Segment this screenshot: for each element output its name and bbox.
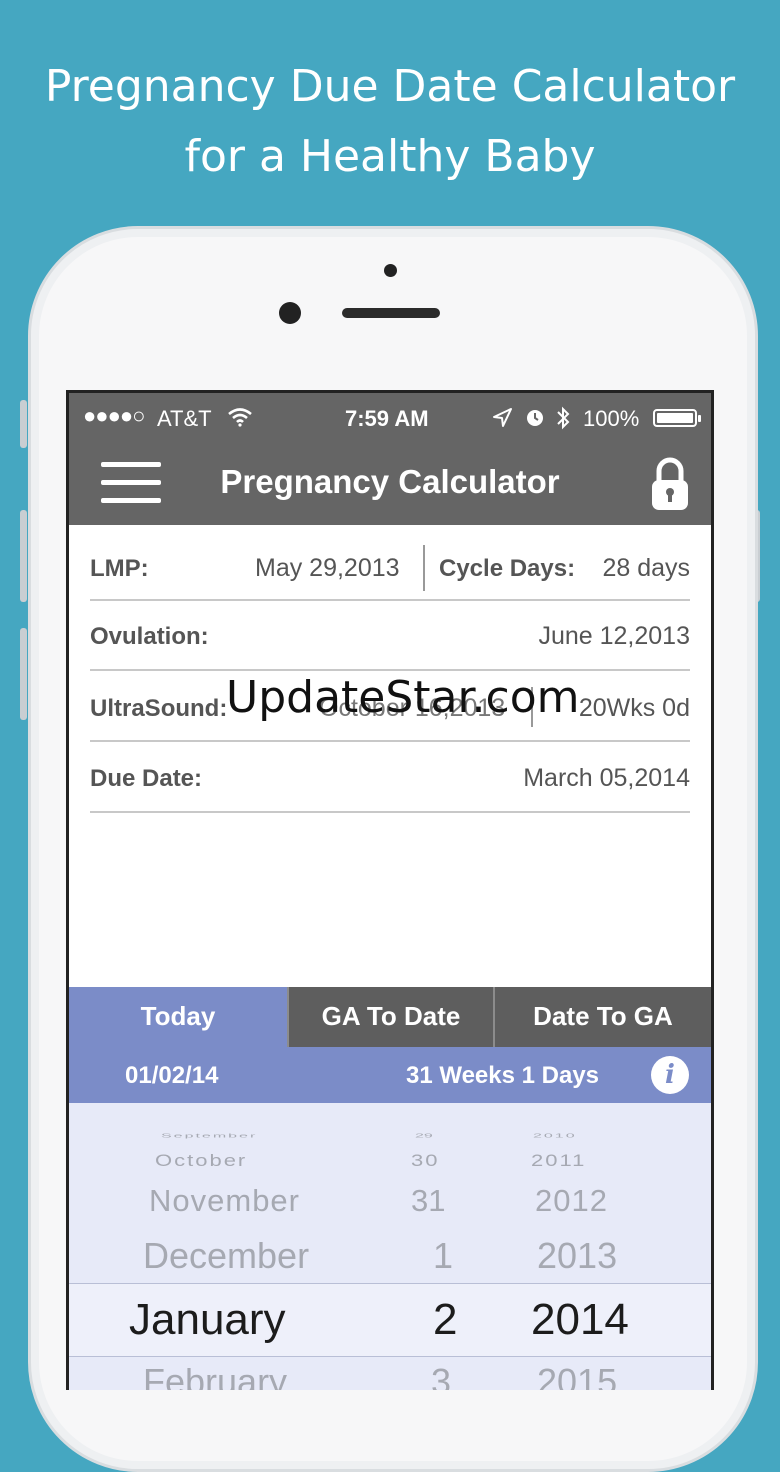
- picker-month-selected[interactable]: January: [129, 1295, 286, 1345]
- divider: [90, 740, 690, 742]
- phone-silent-switch: [20, 400, 27, 448]
- tab-today[interactable]: Today: [69, 987, 287, 1047]
- picker-day[interactable]: 3: [431, 1361, 451, 1390]
- front-camera: [279, 302, 301, 324]
- battery-percent: 100%: [583, 406, 640, 431]
- lmp-cycle-separator: [423, 545, 425, 591]
- battery-icon: [653, 409, 701, 427]
- watermark: UpdateStar.com: [226, 672, 580, 723]
- picker-month[interactable]: September: [161, 1133, 257, 1139]
- due-date-value: March 05,2014: [523, 764, 690, 792]
- picker-year[interactable]: 2015: [537, 1361, 617, 1390]
- date-picker[interactable]: September October November December Janu…: [69, 1103, 711, 1390]
- ultrasound-label: UltraSound:: [90, 695, 228, 722]
- tab-ga-to-date[interactable]: GA To Date: [287, 987, 493, 1047]
- picker-year[interactable]: 2011: [531, 1151, 586, 1171]
- info-icon[interactable]: i: [651, 1056, 689, 1094]
- app-screen: ●●●●○ AT&T 7:59 AM 100% Pregnancy Calcul: [66, 390, 714, 1390]
- info-bar: 01/02/14 31 Weeks 1 Days i: [69, 1047, 711, 1103]
- picker-month[interactable]: October: [155, 1151, 247, 1171]
- nav-bar: Pregnancy Calculator: [69, 445, 711, 525]
- ovulation-value: June 12,2013: [538, 622, 690, 650]
- carrier-label: AT&T: [157, 406, 212, 431]
- cycle-days-label: Cycle Days:: [439, 555, 576, 582]
- clock: 7:59 AM: [345, 406, 429, 431]
- page-title: Pregnancy Calculator: [220, 463, 560, 500]
- alarm-icon: [527, 410, 543, 426]
- picker-day-selected[interactable]: 2: [433, 1295, 457, 1345]
- picker-day[interactable]: 31: [411, 1183, 445, 1219]
- picker-year[interactable]: 2013: [537, 1235, 617, 1277]
- promo-headline-line1: Pregnancy Due Date Calculator: [44, 61, 736, 112]
- phone-volume-up: [20, 510, 27, 602]
- lmp-label: LMP:: [90, 555, 149, 582]
- signal-strength: ●●●●○: [83, 403, 145, 428]
- current-date: 01/02/14: [125, 1062, 219, 1089]
- divider: [90, 669, 690, 671]
- divider: [90, 811, 690, 813]
- picker-year[interactable]: 2012: [535, 1183, 608, 1219]
- promo-headline-line2: for a Healthy Baby: [184, 131, 596, 182]
- picker-year[interactable]: 2010: [533, 1133, 577, 1139]
- ovulation-label: Ovulation:: [90, 623, 209, 650]
- picker-day[interactable]: 29: [415, 1133, 433, 1139]
- lock-icon[interactable]: [649, 455, 691, 513]
- location-icon: [493, 408, 512, 427]
- phone-volume-down: [20, 628, 27, 720]
- proximity-sensor: [384, 264, 397, 277]
- bluetooth-icon: [557, 406, 570, 430]
- ultrasound-ga[interactable]: 20Wks 0d: [579, 694, 690, 723]
- due-date-label: Due Date:: [90, 765, 203, 792]
- status-bar: ●●●●○ AT&T 7:59 AM 100%: [69, 393, 711, 445]
- divider: [90, 599, 690, 601]
- picker-month[interactable]: November: [149, 1183, 300, 1219]
- earpiece-speaker: [342, 308, 440, 318]
- picker-month[interactable]: December: [143, 1235, 309, 1277]
- picker-day[interactable]: 1: [433, 1235, 453, 1277]
- picker-month[interactable]: February: [143, 1361, 287, 1390]
- lmp-value[interactable]: May 29,2013: [255, 554, 400, 583]
- tab-date-to-ga[interactable]: Date To GA: [493, 987, 711, 1047]
- picker-day[interactable]: 30: [411, 1151, 439, 1171]
- mode-tabs: Today GA To Date Date To GA: [69, 987, 711, 1047]
- wifi-icon: [228, 408, 252, 427]
- cycle-days-value[interactable]: 28 days: [602, 554, 690, 583]
- gestational-age: 31 Weeks 1 Days: [406, 1062, 600, 1089]
- picker-year-selected[interactable]: 2014: [531, 1295, 629, 1345]
